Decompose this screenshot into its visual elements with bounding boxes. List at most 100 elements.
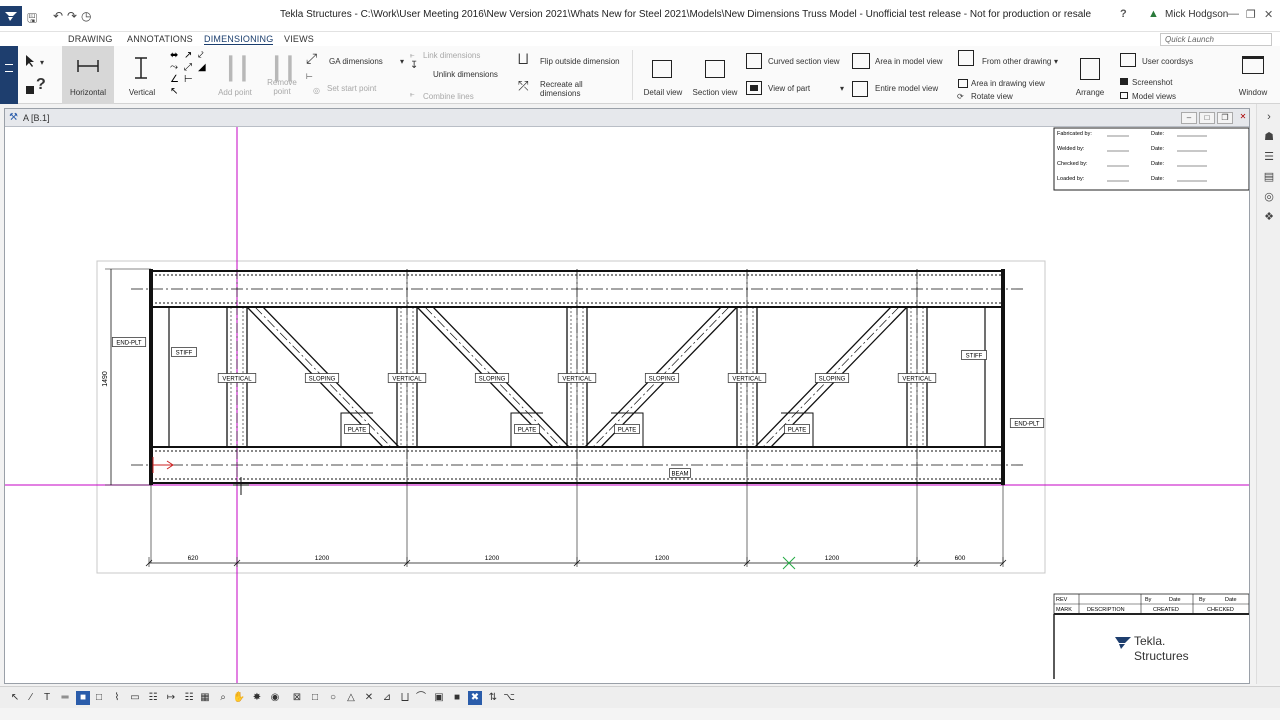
pan-icon[interactable]: ✋ <box>232 691 246 705</box>
redo-icon[interactable]: ↷ <box>67 9 77 23</box>
part-label[interactable]: PLATE <box>788 428 807 434</box>
snap-triangle-icon[interactable]: △ <box>344 691 358 705</box>
symbol-icon[interactable]: ═ <box>58 691 72 705</box>
snap-tangent-icon[interactable]: ⌒ <box>414 691 428 705</box>
dim-free-icon[interactable]: ⬌ <box>170 50 178 61</box>
restore-button[interactable]: ❐ <box>1246 8 1256 21</box>
area-in-model-view-button[interactable]: Area in model view <box>875 57 943 66</box>
tab-annotations[interactable]: ANNOTATIONS <box>127 34 193 44</box>
detail-view-button[interactable]: Detail view <box>640 46 686 104</box>
eye-icon[interactable]: ◉ <box>268 691 282 705</box>
part-label[interactable]: PLATE <box>348 428 367 434</box>
part-label[interactable]: SLOPING <box>649 377 676 383</box>
minimize-button[interactable]: — <box>1228 8 1239 20</box>
part-label[interactable]: END-PLT <box>116 341 142 347</box>
dimension-value[interactable]: 1200 <box>485 555 500 562</box>
part-label[interactable]: SLOPING <box>309 377 336 383</box>
user-name[interactable]: Mick Hodgson <box>1165 9 1228 20</box>
part-label[interactable]: SLOPING <box>479 377 506 383</box>
part-label[interactable]: VERTICAL <box>392 377 422 383</box>
dimension-icon[interactable]: ↦ <box>164 691 178 705</box>
snap-flip-icon[interactable]: ⇅ <box>486 691 500 705</box>
curved-section-view-button[interactable]: Curved section view <box>768 57 840 66</box>
snap-more-icon[interactable]: ⌥ <box>502 691 516 705</box>
drawing-restore-button[interactable]: □ <box>1199 112 1215 124</box>
drawing-close-button[interactable]: ✕ <box>1235 112 1251 124</box>
snap-mid-icon[interactable]: ▣ <box>432 691 446 705</box>
window-button[interactable]: Window <box>1232 46 1274 104</box>
model-views-button[interactable]: Model views <box>1132 92 1176 101</box>
close-button[interactable]: ✕ <box>1264 8 1273 21</box>
dock-globe-icon[interactable]: ◎ <box>1262 190 1276 204</box>
undo-icon[interactable]: ↶ <box>53 9 63 23</box>
dim-angle-icon[interactable]: ↗ <box>184 50 192 61</box>
text-icon[interactable]: T <box>40 691 54 705</box>
part-label[interactable]: VERTICAL <box>902 377 932 383</box>
snap-icon[interactable]: ✸ <box>250 691 264 705</box>
tab-views[interactable]: VIEWS <box>284 34 314 44</box>
drawing-window-titlebar[interactable]: ⚒ A [B.1] ‒ □ ❐ ✕ <box>5 109 1249 127</box>
section-view-button[interactable]: Section view <box>692 46 738 104</box>
dimension-value[interactable]: 1200 <box>315 555 330 562</box>
snap-square-icon[interactable]: □ <box>308 691 322 705</box>
dim-triangle-icon[interactable]: ◢ <box>198 62 206 73</box>
from-other-drawing-dropdown-icon[interactable]: ▾ <box>1054 57 1058 66</box>
dim-orthogonal-icon[interactable]: ⊢ <box>184 74 193 85</box>
dim-curved-icon[interactable]: ⤳ <box>170 62 178 73</box>
link-dimensions-button[interactable]: Link dimensions <box>423 51 480 60</box>
drawing-maximize-button[interactable]: ❐ <box>1217 112 1233 124</box>
vertical-button[interactable]: Vertical <box>120 46 164 104</box>
part-label[interactable]: VERTICAL <box>732 377 762 383</box>
select-arrow-icon[interactable]: ↖ <box>8 691 22 705</box>
dim-tangent-icon[interactable]: ∠ <box>170 74 179 85</box>
part-label[interactable]: END-PLT <box>1014 422 1040 428</box>
quick-launch-input[interactable]: Quick Launch <box>1160 33 1272 46</box>
add-point-button[interactable]: ┃┃ Add point <box>214 46 256 104</box>
snap-circle-icon[interactable]: ○ <box>326 691 340 705</box>
part-label[interactable]: PLATE <box>618 428 637 434</box>
view-of-part-dropdown-icon[interactable]: ▾ <box>840 84 844 93</box>
flip-outside-dimension-button[interactable]: Flip outside dimension <box>540 57 620 66</box>
ribbon-menu-strip[interactable] <box>0 46 18 104</box>
drawing-minimize-button[interactable]: ‒ <box>1181 112 1197 124</box>
tekla-logo-icon[interactable] <box>0 6 22 26</box>
tab-dimensioning[interactable]: DIMENSIONING <box>204 34 274 45</box>
horizontal-button[interactable]: Horizontal <box>62 46 114 104</box>
menu-icon[interactable] <box>5 64 13 72</box>
dim-elevation-icon[interactable]: ↖ <box>170 86 178 97</box>
remove-point-button[interactable]: ┃┃ Remove point <box>262 46 302 104</box>
ga-dimensions-dropdown-icon[interactable]: ▾ <box>400 57 404 66</box>
select-arrow-icon[interactable] <box>24 54 38 68</box>
rectangle-icon[interactable]: ■ <box>76 691 90 705</box>
square-icon[interactable]: □ <box>92 691 106 705</box>
part-label[interactable]: PLATE <box>518 428 537 434</box>
part-label[interactable]: STIFF <box>966 354 983 360</box>
select-dropdown-icon[interactable]: ▾ <box>40 58 44 67</box>
snap-x-icon[interactable]: ✖ <box>468 691 482 705</box>
part-label[interactable]: STIFF <box>176 351 193 357</box>
snap-cross-icon[interactable]: ✕ <box>362 691 376 705</box>
grid-icon[interactable]: ☷ <box>146 691 160 705</box>
grid2-icon[interactable]: ☷ <box>182 691 196 705</box>
set-start-point-button[interactable]: Set start point <box>327 84 376 93</box>
dimension-value[interactable]: 1200 <box>655 555 670 562</box>
part-label[interactable]: BEAM <box>671 472 688 478</box>
dock-catalog-icon[interactable]: ☗ <box>1262 130 1276 144</box>
drawing-canvas[interactable]: Fabricated by: Date: Welded by: Date: Checke… <box>5 127 1249 683</box>
snap-free-icon[interactable]: ■ <box>450 691 464 705</box>
dim-radius-icon[interactable]: ⤦ <box>198 50 204 61</box>
recreate-all-dimensions-button[interactable]: Recreate all dimensions <box>540 80 600 98</box>
history-icon[interactable]: ◷ <box>81 9 91 23</box>
table-icon[interactable]: ▦ <box>198 691 212 705</box>
save-icon[interactable]: 🖫 <box>27 9 37 25</box>
entire-model-view-button[interactable]: Entire model view <box>875 84 938 93</box>
height-dimension-value[interactable]: 1490 <box>102 371 109 387</box>
snap-line-icon[interactable]: ⨆ <box>398 691 412 705</box>
dock-expand-icon[interactable]: › <box>1262 110 1276 124</box>
part-label[interactable]: VERTICAL <box>562 377 592 383</box>
user-coordsys-button[interactable]: User coordsys <box>1142 57 1193 66</box>
line-icon[interactable]: ∕ <box>24 691 38 705</box>
help-question-icon[interactable]: ? <box>36 76 46 94</box>
view-of-part-button[interactable]: View of part <box>768 84 810 93</box>
ga-dimensions-button[interactable]: GA dimensions <box>329 57 383 66</box>
